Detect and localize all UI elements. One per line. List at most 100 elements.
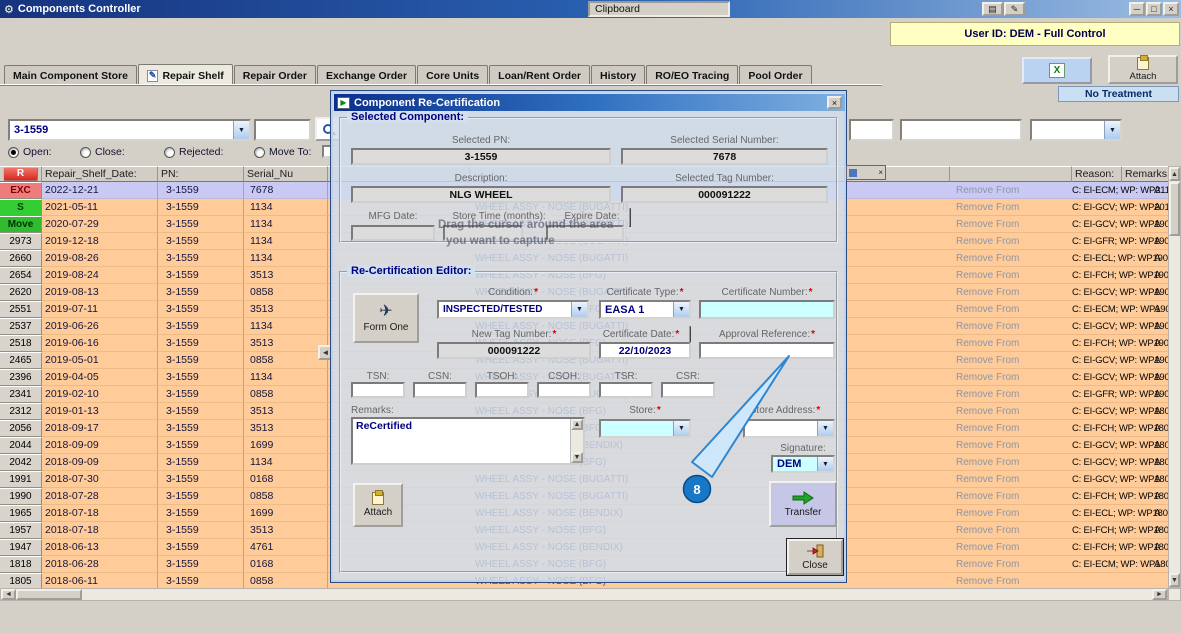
column-header-remarks[interactable]: Remarks: (1122, 166, 1168, 182)
remarks-textarea[interactable]: ReCertified ▲ ▼ (351, 417, 585, 465)
row-status-button[interactable]: 2973 (0, 233, 42, 250)
column-header-reason[interactable]: Reason: (1072, 166, 1122, 182)
condition-combobox[interactable]: INSPECTED/TESTED ▼ (437, 300, 589, 319)
row-status-button[interactable]: 2341 (0, 386, 42, 403)
row-status-button[interactable]: Move (0, 216, 42, 233)
right-filter-field-1[interactable] (849, 119, 894, 141)
tab-pool-order[interactable]: Pool Order (739, 65, 812, 85)
tab-ro-eo-tracing[interactable]: RO/EO Tracing (646, 65, 739, 85)
dialog-close-action-button[interactable]: Close (786, 538, 844, 576)
row-status-button[interactable]: 2042 (0, 454, 42, 471)
csr-field[interactable] (661, 382, 715, 398)
certificate-date-field[interactable]: 22/10/2023 (599, 342, 691, 359)
row-status-button[interactable]: 1947 (0, 539, 42, 556)
notes-toolbar-button[interactable]: ▤ (982, 2, 1003, 16)
chevron-down-icon[interactable]: ▼ (673, 421, 689, 436)
scroll-down-icon[interactable]: ▼ (571, 452, 583, 463)
tab-repair-order[interactable]: Repair Order (233, 65, 316, 85)
minimize-button[interactable]: ─ (1129, 2, 1145, 16)
row-status-button[interactable]: 2537 (0, 318, 42, 335)
radio-move-to[interactable] (254, 147, 265, 158)
row-status-button[interactable]: 2044 (0, 437, 42, 454)
row-status-button[interactable]: 1818 (0, 556, 42, 573)
certificate-number-field[interactable] (699, 300, 835, 319)
horizontal-scrollbar-thumb[interactable] (16, 589, 82, 600)
clipboard-panel[interactable]: Clipboard (588, 1, 730, 17)
certificate-type-combobox[interactable]: EASA 1 ▼ (599, 300, 691, 319)
vertical-scrollbar[interactable]: ▲ ▼ (1168, 166, 1181, 588)
close-icon[interactable]: × (878, 168, 883, 177)
store-combobox[interactable]: ▼ (599, 419, 691, 438)
scroll-up-icon[interactable]: ▲ (1169, 167, 1180, 181)
scroll-left-icon[interactable]: ◄ (1, 589, 16, 600)
row-status-button[interactable]: 2056 (0, 420, 42, 437)
row-status-button[interactable]: 1805 (0, 573, 42, 588)
expire-date-calendar-icon[interactable] (629, 208, 631, 227)
row-status-button[interactable]: 2312 (0, 403, 42, 420)
row-status-button[interactable]: 2654 (0, 267, 42, 284)
column-header-serial-number[interactable]: Serial_Nu (244, 166, 328, 182)
dialog-close-button[interactable]: × (827, 96, 842, 109)
row-status-button[interactable]: 2396 (0, 369, 42, 386)
chevron-down-icon[interactable]: ▼ (673, 302, 689, 317)
row-status-button[interactable]: 2551 (0, 301, 42, 318)
scroll-up-icon[interactable]: ▲ (571, 419, 583, 430)
row-status-button[interactable]: 1965 (0, 505, 42, 522)
capture-mini-widget[interactable]: × (846, 165, 886, 180)
radio-rejected[interactable] (164, 147, 175, 158)
right-filter-field-2[interactable] (900, 119, 1022, 141)
column-header-repair-shelf-date[interactable]: Repair_Shelf_Date: (42, 166, 158, 182)
filter-text-field[interactable] (254, 119, 311, 141)
store-address-combobox[interactable]: ▼ (743, 419, 835, 438)
tab-loan-rent-order[interactable]: Loan/Rent Order (489, 65, 591, 85)
approval-reference-field[interactable] (699, 342, 835, 359)
pen-toolbar-button[interactable]: ✎ (1004, 2, 1025, 16)
transfer-button[interactable]: Transfer (769, 481, 837, 527)
row-status-button[interactable]: 2620 (0, 284, 42, 301)
chevron-down-icon[interactable]: ▼ (233, 121, 249, 139)
radio-move-to-label[interactable]: Move To: (269, 146, 311, 158)
row-status-button[interactable]: 2518 (0, 335, 42, 352)
row-status-button[interactable]: EXC (0, 182, 42, 199)
dialog-titlebar[interactable]: ▶ Component Re-Certification × (334, 94, 845, 111)
radio-rejected-label[interactable]: Rejected: (179, 146, 223, 158)
tsn-field[interactable] (351, 382, 405, 398)
dialog-attach-button[interactable]: Attach (353, 483, 403, 527)
column-header-pn[interactable]: PN: (158, 166, 244, 182)
signature-combobox[interactable]: DEM ▼ (771, 455, 835, 473)
row-status-button[interactable]: 2465 (0, 352, 42, 369)
mfg-date-field[interactable] (351, 225, 435, 241)
tab-repair-shelf[interactable]: ✎ Repair Shelf (137, 64, 233, 85)
csn-field[interactable] (413, 382, 467, 398)
chevron-down-icon[interactable]: ▼ (1104, 121, 1120, 139)
scroll-right-icon[interactable]: ► (1152, 589, 1167, 600)
right-filter-combobox[interactable]: ▼ (1030, 119, 1122, 141)
chevron-down-icon[interactable]: ▼ (817, 421, 833, 436)
row-status-button[interactable]: S (0, 199, 42, 216)
tab-core-units[interactable]: Core Units (417, 65, 489, 85)
remarks-scrollbar[interactable]: ▲ ▼ (570, 419, 583, 463)
radio-close-label[interactable]: Close: (95, 146, 125, 158)
radio-open-label[interactable]: Open: (23, 146, 52, 158)
horizontal-scrollbar[interactable]: ◄ ► (0, 588, 1168, 601)
form-one-button[interactable]: ✈ Form One (353, 293, 419, 343)
export-excel-button[interactable]: X (1022, 57, 1092, 84)
vertical-scrollbar-thumb[interactable] (1169, 182, 1180, 236)
tab-exchange-order[interactable]: Exchange Order (316, 65, 417, 85)
csoh-field[interactable] (537, 382, 591, 398)
attach-toolbar-button[interactable]: Attach (1108, 55, 1178, 84)
row-status-button[interactable]: 1957 (0, 522, 42, 539)
close-button[interactable]: × (1163, 2, 1179, 16)
tsr-field[interactable] (599, 382, 653, 398)
chevron-down-icon[interactable]: ▼ (571, 302, 587, 317)
tab-main-component-store[interactable]: Main Component Store (4, 65, 137, 85)
maximize-button[interactable]: □ (1146, 2, 1162, 16)
scroll-down-icon[interactable]: ▼ (1169, 573, 1180, 587)
tsoh-field[interactable] (475, 382, 529, 398)
row-status-button[interactable]: 1990 (0, 488, 42, 505)
radio-open[interactable] (8, 147, 19, 158)
radio-close[interactable] (80, 147, 91, 158)
row-status-button[interactable]: 2660 (0, 250, 42, 267)
row-status-button[interactable]: 1991 (0, 471, 42, 488)
tab-history[interactable]: History (591, 65, 646, 85)
